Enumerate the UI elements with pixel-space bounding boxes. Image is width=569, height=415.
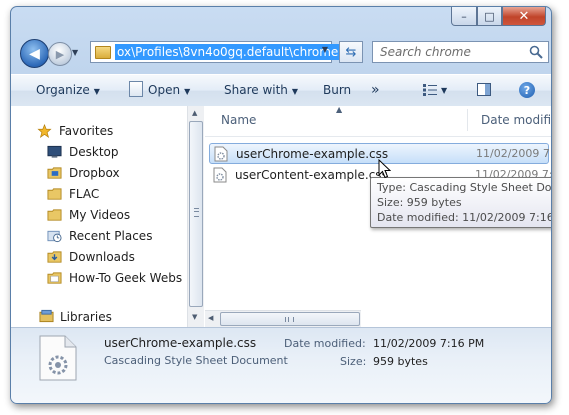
file-name: userContent-example.css (235, 168, 388, 182)
details-size-label: Size: (340, 355, 367, 368)
column-header-row: Name ▲ Date modified (205, 105, 551, 137)
minimize-button[interactable]: – (451, 7, 477, 26)
search-input[interactable] (373, 42, 530, 62)
grip-icon (285, 317, 294, 322)
search-box[interactable] (372, 41, 549, 63)
recent-places-icon (47, 230, 62, 243)
views-dropdown-button[interactable]: ▼ (441, 75, 447, 106)
details-date-value: 11/02/2009 7:16 PM (373, 337, 485, 350)
preview-pane-icon[interactable] (477, 83, 491, 96)
tooltip-date-modified: Date modified: 11/02/2009 7:16 PM (377, 211, 552, 224)
downloads-folder-icon (47, 251, 62, 263)
tooltip-size: Size: 959 bytes (377, 196, 462, 209)
folder-icon (47, 272, 62, 284)
share-with-label: Share with (224, 83, 288, 97)
mouse-cursor-icon (378, 159, 391, 179)
sidebar-item-label: How-To Geek Webs (69, 271, 183, 285)
css-document-large-icon (39, 335, 77, 381)
sidebar-item-favorites[interactable]: Favorites (37, 121, 187, 141)
chevron-down-icon: ▼ (291, 87, 299, 96)
sidebar-item-dropbox[interactable]: Dropbox (47, 163, 187, 183)
sidebar-item-label: My Videos (69, 208, 131, 222)
navigation-pane: Favorites Desktop Dropbox FLAC My Videos… (11, 106, 187, 327)
details-date-label: Date modified: (284, 337, 366, 350)
back-button[interactable]: ◀ (20, 39, 49, 68)
file-name: userChrome-example.css (236, 147, 389, 161)
sort-ascending-icon: ▲ (336, 105, 343, 114)
caption-buttons: – □ ✕ (451, 7, 546, 26)
command-bar: Organize ▼ Open ▼ Share with ▼ Burn » ▼ ? (11, 74, 551, 107)
folder-icon (47, 188, 62, 200)
libraries-icon (39, 309, 54, 323)
burn-label: Burn (323, 83, 352, 97)
details-pane: userChrome-example.css Cascading Style S… (11, 327, 551, 403)
sidebar-item-label: Recent Places (69, 229, 153, 243)
details-file-name: userChrome-example.css (104, 336, 257, 350)
sidebar-item-label: Downloads (69, 250, 135, 264)
scroll-up-arrow[interactable]: ▲ (192, 109, 197, 117)
organize-label: Organize (36, 83, 90, 97)
star-icon (37, 124, 52, 138)
address-path[interactable]: ox\Profiles\8vn4o0gq.default\chrome (115, 44, 341, 60)
scrollbar-thumb[interactable] (220, 312, 360, 326)
sidebar-item-label: Favorites (59, 124, 114, 138)
folder-icon (47, 209, 62, 221)
scroll-down-arrow[interactable]: ▼ (192, 313, 197, 321)
address-dropdown-button[interactable]: ▼ (322, 45, 328, 54)
folder-icon (95, 46, 111, 59)
details-file-type: Cascading Style Sheet Document (104, 354, 288, 367)
sidebar-item-libraries[interactable]: Libraries (11, 305, 187, 327)
sidebar-item-desktop[interactable]: Desktop (47, 142, 187, 162)
share-with-button[interactable]: Share with ▼ (224, 75, 298, 106)
folder-icon (47, 167, 62, 179)
file-info-tooltip: Type: Cascading Style Sheet Docum Size: … (370, 177, 552, 228)
refresh-button[interactable]: ⇆ (339, 41, 363, 63)
more-commands-button[interactable]: » (371, 75, 380, 106)
sidebar-item-label: FLAC (69, 187, 100, 201)
search-icon[interactable] (528, 44, 544, 60)
desktop-icon (47, 145, 62, 158)
close-button[interactable]: ✕ (502, 7, 546, 26)
sidebar-item-label: Desktop (69, 145, 119, 159)
scroll-left-arrow[interactable]: ◀ (208, 314, 213, 322)
column-header-name[interactable]: Name (221, 113, 256, 127)
grip-icon (194, 208, 199, 217)
file-date-modified: 11/02/2009 7:1 (476, 147, 551, 160)
forward-button[interactable]: ▶ (48, 42, 72, 66)
css-file-icon (214, 146, 228, 162)
explorer-window: – □ ✕ ◀ ▶ ▼ ox\Profiles\8vn4o0gq.default… (10, 6, 552, 404)
chevron-down-icon: ▼ (93, 87, 100, 96)
sidebar-item-downloads[interactable]: Downloads (47, 247, 187, 267)
sidebar-item-label: Dropbox (69, 166, 120, 180)
document-icon (129, 81, 143, 97)
organize-button[interactable]: Organize ▼ (36, 75, 100, 106)
maximize-button[interactable]: □ (477, 7, 502, 26)
sidebar-scrollbar[interactable]: ▲ ▼ (187, 106, 204, 327)
css-file-icon (213, 167, 227, 183)
sidebar-item-recent-places[interactable]: Recent Places (47, 226, 187, 246)
open-label: Open (148, 83, 181, 97)
details-size-value: 959 bytes (373, 355, 428, 368)
sidebar-item-how-to-geek[interactable]: How-To Geek Webs (47, 268, 187, 288)
views-icon[interactable] (423, 84, 437, 96)
navigation-bar: ◀ ▶ ▼ ox\Profiles\8vn4o0gq.default\chrom… (17, 37, 549, 68)
open-button[interactable]: Open ▼ (129, 75, 190, 106)
address-bar[interactable]: ox\Profiles\8vn4o0gq.default\chrome ▼ (90, 41, 341, 63)
burn-button[interactable]: Burn (323, 75, 351, 106)
horizontal-scrollbar[interactable]: ◀ (205, 310, 361, 327)
recent-pages-dropdown[interactable]: ▼ (72, 48, 78, 57)
chevron-down-icon: ▼ (184, 87, 191, 96)
sidebar-item-my-videos[interactable]: My Videos (47, 205, 187, 225)
column-header-date-modified[interactable]: Date modified (481, 113, 551, 127)
help-icon[interactable]: ? (519, 82, 535, 98)
sidebar-item-label: Libraries (60, 310, 112, 324)
tooltip-type: Type: Cascading Style Sheet Docum (377, 181, 552, 194)
column-divider[interactable] (467, 109, 468, 131)
scrollbar-thumb[interactable] (189, 121, 203, 307)
sidebar-item-flac[interactable]: FLAC (47, 184, 187, 204)
